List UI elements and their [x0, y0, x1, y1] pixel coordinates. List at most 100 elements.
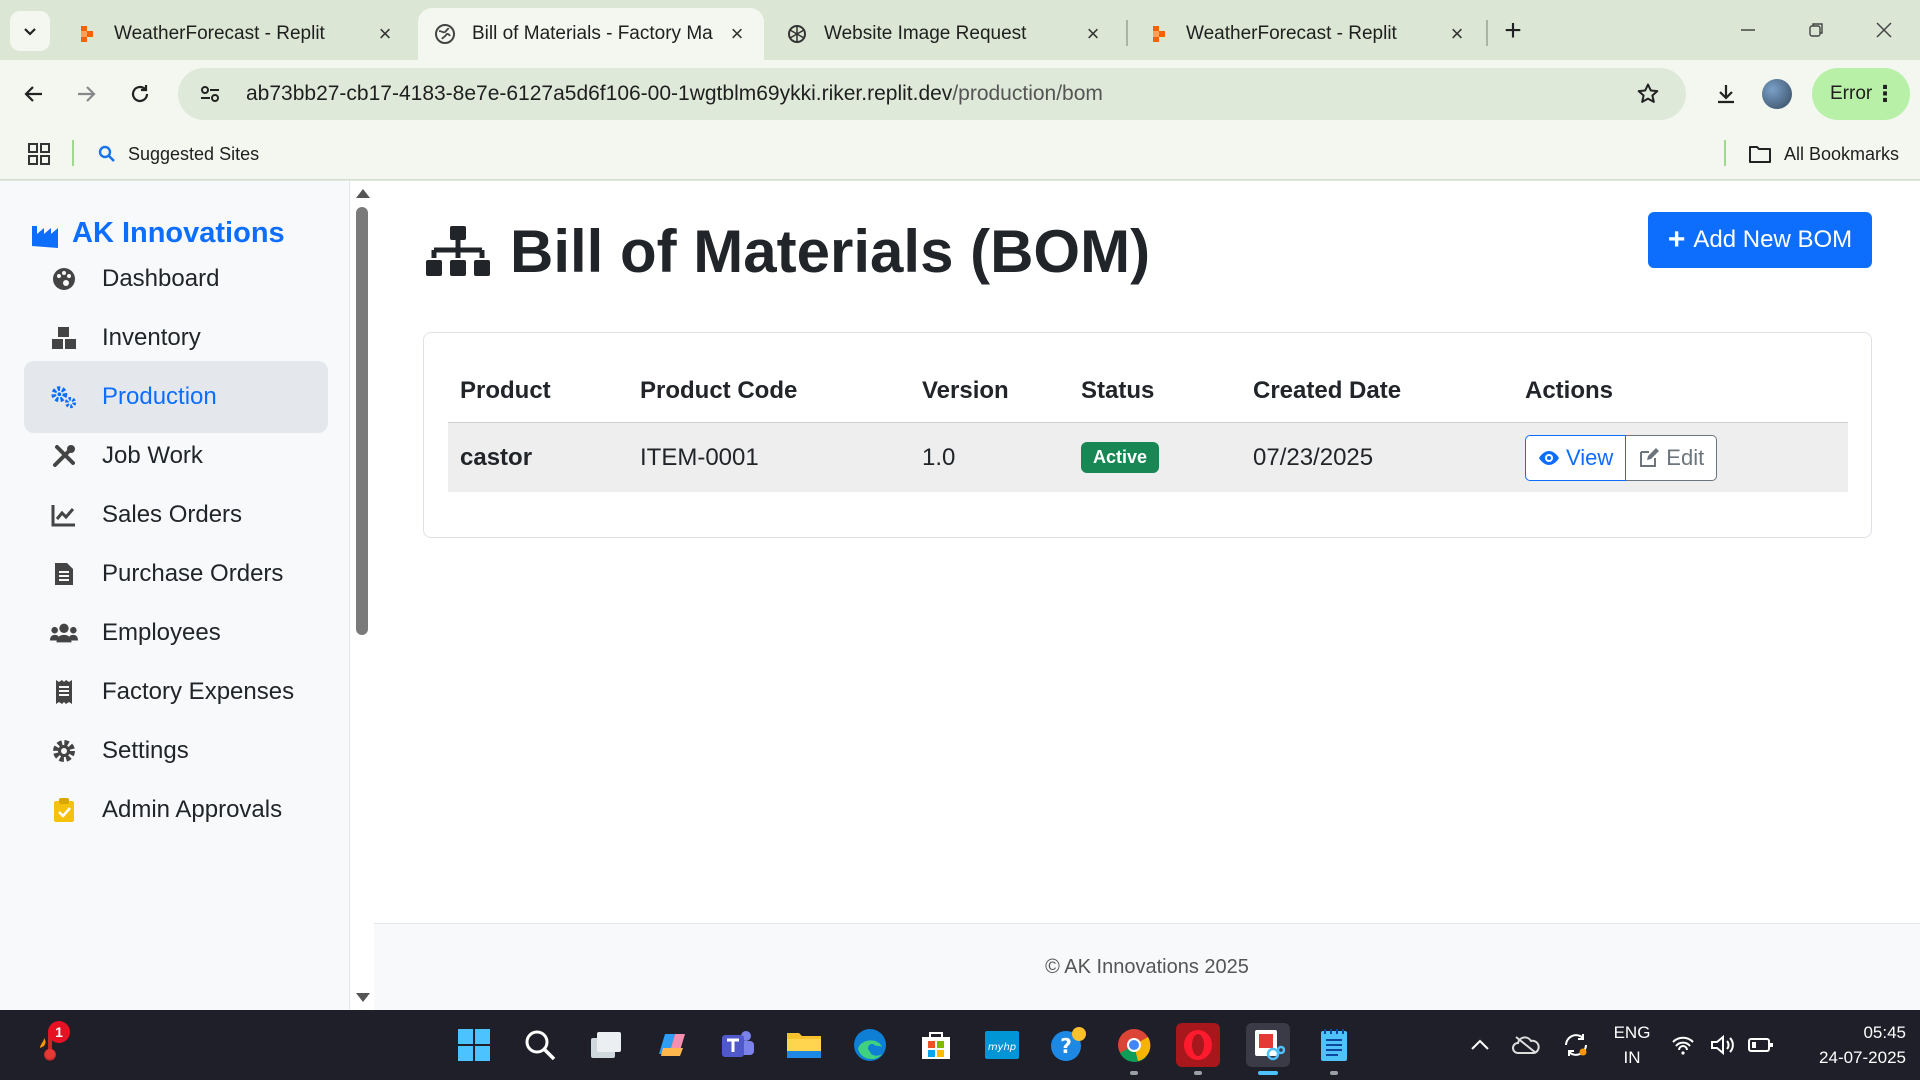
- tab-strip: WeatherForecast - Replit × Bill of Mater…: [0, 0, 1920, 60]
- edge-icon: [854, 1029, 886, 1061]
- close-tab-icon[interactable]: ×: [1446, 21, 1468, 46]
- arrow-right-icon: [78, 86, 96, 102]
- wifi-tray-icon[interactable]: [1668, 1023, 1698, 1067]
- sidebar-item-admin-approvals[interactable]: Admin Approvals: [24, 774, 328, 846]
- reload-button[interactable]: [120, 74, 160, 114]
- svg-text:myhp: myhp: [988, 1042, 1016, 1053]
- file-explorer-button[interactable]: [782, 1023, 826, 1067]
- add-new-bom-button[interactable]: + Add New BOM: [1648, 212, 1872, 268]
- tab-title: Website Image Request: [824, 23, 1027, 44]
- sidebar: AK Innovations Dashboard Inventory Produ…: [0, 181, 350, 1010]
- replit-icon: [76, 23, 98, 45]
- page-title-text: Bill of Materials (BOM): [510, 218, 1151, 285]
- close-window-button[interactable]: [1854, 10, 1914, 50]
- status-badge: Active: [1081, 442, 1160, 473]
- get-help-button[interactable]: ?: [1046, 1023, 1090, 1067]
- boxes-icon: [50, 324, 78, 352]
- table-header: Product Product Code Version Status Crea…: [448, 361, 1848, 421]
- browser-tab-4[interactable]: WeatherForecast - Replit ×: [1132, 8, 1484, 60]
- sidebar-item-label: Sales Orders: [102, 501, 243, 528]
- opera-button[interactable]: [1176, 1023, 1220, 1075]
- restore-button[interactable]: [1786, 10, 1846, 50]
- edge-button[interactable]: [848, 1023, 892, 1067]
- copilot-button[interactable]: [650, 1023, 694, 1067]
- taskbar-search-button[interactable]: [518, 1023, 562, 1067]
- notepad-icon: [1321, 1029, 1347, 1061]
- forward-button[interactable]: [66, 74, 106, 114]
- site-settings-icon[interactable]: [190, 74, 230, 114]
- receipt-icon: [50, 678, 78, 706]
- browser-tab-1[interactable]: WeatherForecast - Replit ×: [60, 8, 412, 60]
- sidebar-item-label: Employees: [102, 619, 221, 646]
- sidebar-item-label: Admin Approvals: [102, 796, 283, 823]
- volume-tray-icon[interactable]: [1708, 1023, 1738, 1067]
- view-button[interactable]: View: [1525, 434, 1627, 481]
- browser-tab-2[interactable]: Bill of Materials - Factory Mana ×: [418, 8, 764, 60]
- scroll-thumb[interactable]: [356, 207, 368, 635]
- folder-icon: [787, 1033, 821, 1058]
- system-clock[interactable]: 05:45 24-07-2025: [1794, 1020, 1906, 1070]
- tab-separator: [1486, 20, 1488, 46]
- help-icon: ?: [1051, 1027, 1086, 1061]
- sitemap-icon: [426, 225, 490, 276]
- minimize-button[interactable]: [1718, 10, 1778, 50]
- notepad-button[interactable]: [1312, 1023, 1356, 1075]
- scroll-down-arrow[interactable]: [356, 993, 370, 1002]
- chart-line-icon: [50, 501, 78, 529]
- url-host: ab73bb27-cb17-4183-8e7e-6127a5d6f106-00-…: [246, 82, 953, 105]
- globe-icon: [434, 23, 456, 45]
- eye-icon: [1538, 450, 1560, 466]
- error-label: Error: [1830, 83, 1873, 104]
- clock-time: 05:45: [1863, 1023, 1906, 1042]
- restore-icon: [1809, 23, 1823, 37]
- chevron-up-icon: [1471, 1039, 1489, 1050]
- url-text: ab73bb27-cb17-4183-8e7e-6127a5d6f106-00-…: [246, 82, 1103, 106]
- sync-tray-button[interactable]: [1554, 1023, 1598, 1067]
- gear-icon: [50, 737, 78, 765]
- store-button[interactable]: [914, 1023, 958, 1067]
- more-menu-icon[interactable]: ⋮: [1874, 81, 1896, 107]
- palette-icon: [50, 265, 78, 293]
- close-tab-icon[interactable]: ×: [374, 21, 396, 46]
- new-tab-button[interactable]: +: [1496, 14, 1530, 48]
- close-tab-icon[interactable]: ×: [726, 21, 748, 46]
- snipping-tool-button[interactable]: [1246, 1023, 1290, 1075]
- sidebar-item-label: Settings: [102, 737, 189, 764]
- close-icon: [1876, 22, 1892, 38]
- add-button-label: Add New BOM: [1693, 226, 1853, 253]
- bookmark-suggested-sites[interactable]: Suggested Sites: [98, 140, 259, 168]
- chatgpt-icon: [786, 23, 808, 45]
- bookmarks-bar: Suggested Sites All Bookmarks: [0, 128, 1920, 180]
- task-view-button[interactable]: [584, 1023, 628, 1067]
- sidebar-scrollbar[interactable]: [352, 181, 372, 1010]
- apps-grid-icon[interactable]: [26, 141, 52, 167]
- battery-icon: [1748, 1038, 1773, 1052]
- bookmark-separator: [72, 140, 74, 166]
- back-button[interactable]: [14, 74, 54, 114]
- replit-icon: [1148, 23, 1170, 45]
- edit-button[interactable]: Edit: [1626, 434, 1718, 481]
- chevron-down-icon: [24, 28, 36, 36]
- close-tab-icon[interactable]: ×: [1082, 21, 1104, 46]
- address-bar[interactable]: ab73bb27-cb17-4183-8e7e-6127a5d6f106-00-…: [178, 68, 1686, 120]
- all-bookmarks-button[interactable]: All Bookmarks: [1748, 140, 1899, 168]
- profile-error-button[interactable]: Error ⋮: [1812, 68, 1910, 120]
- teams-button[interactable]: [716, 1023, 760, 1067]
- scroll-up-arrow[interactable]: [356, 189, 370, 198]
- store-icon: [922, 1032, 950, 1059]
- browser-tab-3[interactable]: Website Image Request ×: [770, 8, 1120, 60]
- battery-tray-icon[interactable]: [1746, 1023, 1776, 1067]
- chrome-button[interactable]: [1112, 1023, 1156, 1075]
- downloads-button[interactable]: [1706, 74, 1746, 114]
- cogs-icon: [50, 383, 78, 411]
- start-button[interactable]: [452, 1023, 496, 1067]
- language-indicator[interactable]: ENG IN: [1612, 1020, 1652, 1070]
- region-code: IN: [1623, 1048, 1641, 1067]
- tools-icon: [50, 442, 78, 470]
- bookmark-star-icon[interactable]: [1630, 76, 1666, 112]
- tab-search-button[interactable]: [10, 11, 50, 51]
- profile-avatar[interactable]: [1762, 79, 1792, 109]
- show-hidden-icons-button[interactable]: [1458, 1023, 1502, 1067]
- onedrive-tray-button[interactable]: [1504, 1023, 1548, 1067]
- myhp-button[interactable]: myhp: [980, 1023, 1024, 1067]
